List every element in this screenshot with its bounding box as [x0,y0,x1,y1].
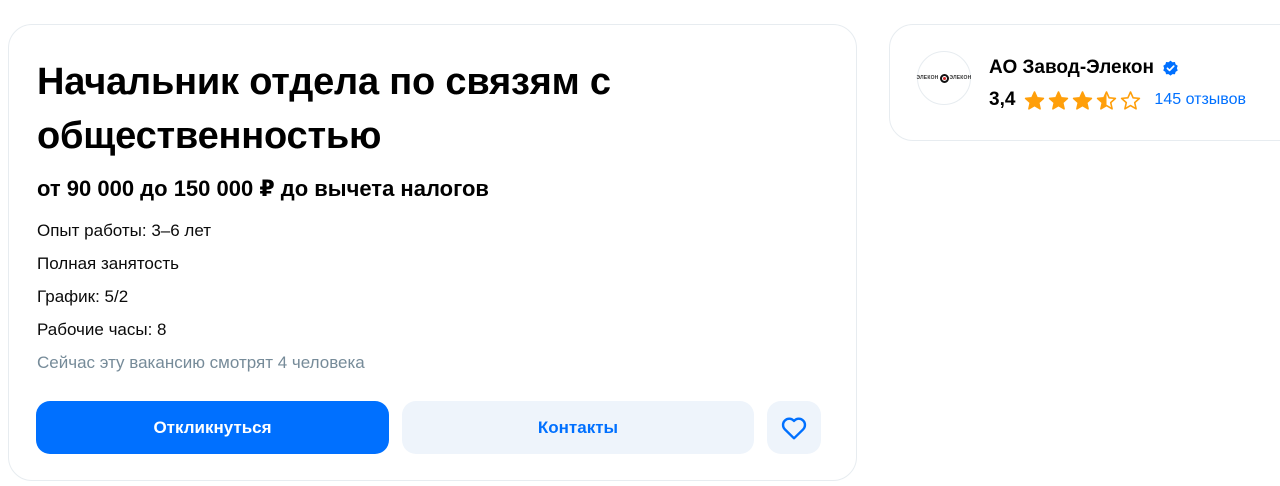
working-hours-text: Рабочие часы: 8 [37,320,167,339]
company-name-link[interactable]: АО Завод-Элекон [989,56,1179,80]
experience-text: Опыт работы: 3–6 лет [37,221,212,240]
vacancy-card: Начальник отдела по связям с общественно… [8,24,857,481]
logo-wordmark: ЭЛЕКОН ЭЛЕКОН [916,73,972,83]
heart-icon [781,417,807,439]
employment-text: Полная занятость [37,254,180,273]
company-logo[interactable]: ЭЛЕКОН ЭЛЕКОН [917,51,971,105]
schedule-text: График: 5/2 [37,287,129,306]
vacancy-salary: от 90 000 до 150 000 ₽ до вычета налогов [37,176,489,201]
reviews-link[interactable]: 145 отзывов [1154,91,1246,109]
contacts-button[interactable]: Контакты [402,401,754,454]
star-empty-icon [1121,90,1141,110]
company-card[interactable]: ЭЛЕКОН ЭЛЕКОН АО Завод-Элекон 3,4 145 от… [889,24,1280,141]
star-full-icon [1025,90,1045,110]
logo-text-left: ЭЛЕКОН [916,75,939,81]
logo-ring-icon [939,73,949,83]
verified-check-icon [1163,60,1178,76]
respond-button[interactable]: Откликнуться [36,401,389,454]
rating-stars [1024,90,1141,111]
favorite-button[interactable] [767,401,821,454]
star-full-icon [1049,90,1069,110]
company-name: АО Завод-Элекон [989,57,1154,78]
company-rating: 3,4 145 отзывов [989,87,1246,113]
logo-text-right: ЭЛЕКОН [949,75,972,81]
viewers-count-text: Сейчас эту вакансию смотрят 4 человека [37,353,365,372]
star-half-icon [1097,90,1117,110]
rating-value: 3,4 [989,89,1016,110]
star-full-icon [1073,90,1093,110]
vacancy-title: Начальник отдела по связям с общественно… [37,61,611,157]
